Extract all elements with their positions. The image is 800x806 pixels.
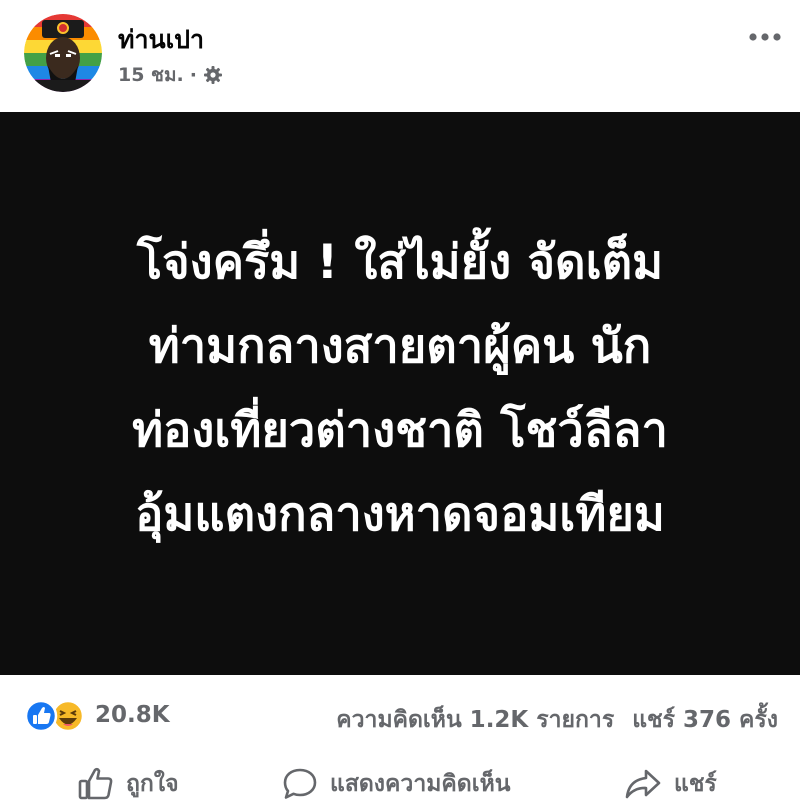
- more-icon: [749, 33, 781, 41]
- comment-count[interactable]: ความคิดเห็น 1.2K รายการ: [336, 702, 614, 738]
- post-time[interactable]: 15 ชม.: [118, 60, 184, 90]
- engagement-counts: ความคิดเห็น 1.2K รายการ แชร์ 376 ครั้ง: [336, 702, 778, 738]
- like-label: ถูกใจ: [126, 771, 179, 797]
- comment-label: แสดงความคิดเห็น: [330, 771, 511, 797]
- headline-line: ท่องเที่ยวต่างชาติ โชว์ลีลา: [132, 402, 668, 458]
- reaction-count[interactable]: 20.8K: [95, 702, 170, 728]
- headline-line: ท่ามกลางสายตาผู้คน นัก: [148, 318, 652, 374]
- more-options-button[interactable]: [744, 22, 786, 52]
- gear-icon[interactable]: [203, 65, 223, 85]
- haha-reaction-icon: [51, 699, 85, 733]
- meta-separator: ·: [189, 64, 197, 86]
- post-image[interactable]: โจ่งครึ่ม ! ใส่ไม่ยั้ง จัดเต็ม ท่ามกลางส…: [0, 112, 800, 675]
- post-stats: 20.8K ความคิดเห็น 1.2K รายการ แชร์ 376 ค…: [0, 688, 800, 744]
- headline-line: อุ้มแตงกลางหาดจอมเทียม: [135, 486, 665, 542]
- like-reaction-icon: [24, 699, 58, 733]
- post-action-bar: ถูกใจ แสดงความคิดเห็น แชร์: [0, 756, 800, 806]
- like-button[interactable]: ถูกใจ: [78, 762, 179, 806]
- reaction-icons[interactable]: [22, 698, 88, 734]
- share-label: แชร์: [674, 771, 717, 797]
- comment-button[interactable]: แสดงความคิดเห็น: [282, 762, 510, 806]
- author-avatar[interactable]: [24, 14, 102, 92]
- share-button[interactable]: แชร์: [624, 762, 717, 806]
- share-count[interactable]: แชร์ 376 ครั้ง: [632, 702, 778, 738]
- comment-bubble-icon: [283, 768, 317, 799]
- post-meta: 15 ชม. ·: [118, 62, 223, 88]
- post-header: ท่านเปา 15 ชม. ·: [0, 0, 800, 112]
- headline-line: โจ่งครึ่ม ! ใส่ไม่ยั้ง จัดเต็ม: [136, 234, 664, 290]
- author-name[interactable]: ท่านเปา: [118, 20, 204, 60]
- thumbs-up-icon: [78, 767, 113, 800]
- share-arrow-icon: [625, 769, 661, 799]
- image-headline: โจ่งครึ่ม ! ใส่ไม่ยั้ง จัดเต็ม ท่ามกลางส…: [132, 221, 668, 557]
